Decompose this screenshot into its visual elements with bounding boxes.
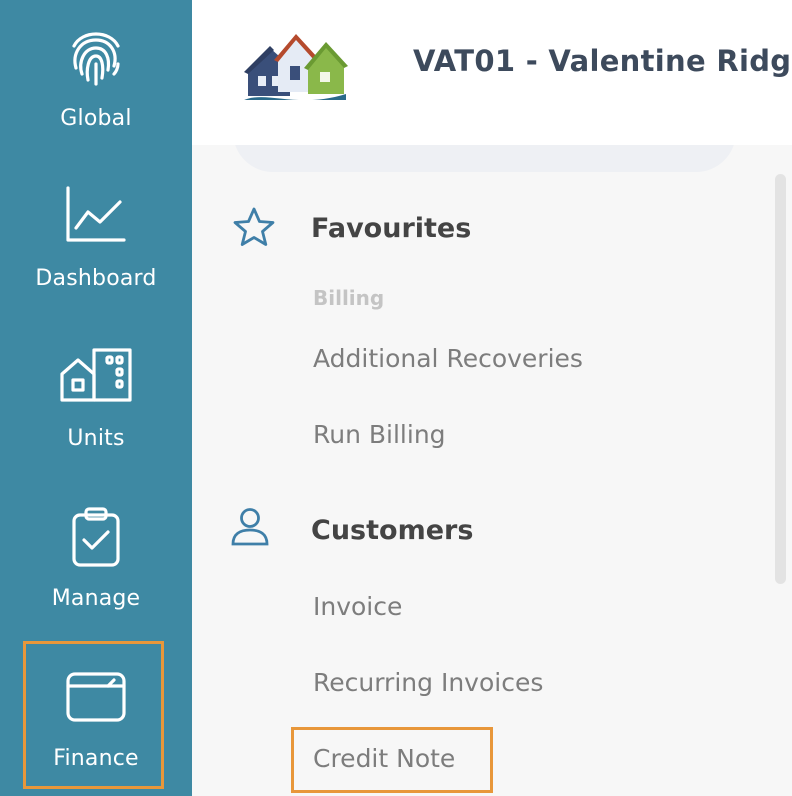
sidebar: Global Dashboard Units Manage Finance bbox=[0, 0, 192, 796]
link-additional-recoveries[interactable]: Additional Recoveries bbox=[313, 344, 583, 373]
link-invoice[interactable]: Invoice bbox=[313, 592, 402, 621]
nav-item-manage[interactable]: Manage bbox=[0, 480, 192, 630]
clipboard-check-icon bbox=[70, 506, 122, 572]
nav-item-units[interactable]: Units bbox=[0, 320, 192, 470]
fingerprint-icon bbox=[64, 24, 128, 92]
line-chart-icon bbox=[64, 184, 128, 248]
nav-item-global[interactable]: Global bbox=[0, 0, 192, 150]
nav-label: Units bbox=[67, 426, 125, 451]
star-icon bbox=[232, 206, 276, 252]
nav-item-finance[interactable]: Finance bbox=[0, 640, 192, 790]
nav-label: Finance bbox=[53, 746, 139, 771]
page-title: VAT01 - Valentine Ridge bbox=[413, 44, 792, 78]
nav-label: Manage bbox=[51, 586, 141, 611]
section-title-favourites: Favourites bbox=[311, 213, 472, 244]
link-credit-note[interactable]: Credit Note bbox=[313, 744, 455, 773]
wallet-icon bbox=[64, 668, 128, 728]
user-icon bbox=[230, 506, 270, 552]
link-recurring-invoices[interactable]: Recurring Invoices bbox=[313, 668, 543, 697]
header-bottom bbox=[233, 100, 736, 145]
section-title-customers: Customers bbox=[311, 515, 474, 546]
nav-label: Dashboard bbox=[35, 266, 157, 291]
link-run-billing[interactable]: Run Billing bbox=[313, 420, 446, 449]
scrollbar[interactable] bbox=[775, 174, 786, 584]
finance-menu: Favourites Billing Additional Recoveries… bbox=[192, 146, 792, 796]
subheading-billing: Billing bbox=[313, 286, 385, 310]
nav-label: Global bbox=[60, 106, 132, 131]
buildings-icon bbox=[56, 344, 136, 412]
nav-item-dashboard[interactable]: Dashboard bbox=[0, 160, 192, 310]
